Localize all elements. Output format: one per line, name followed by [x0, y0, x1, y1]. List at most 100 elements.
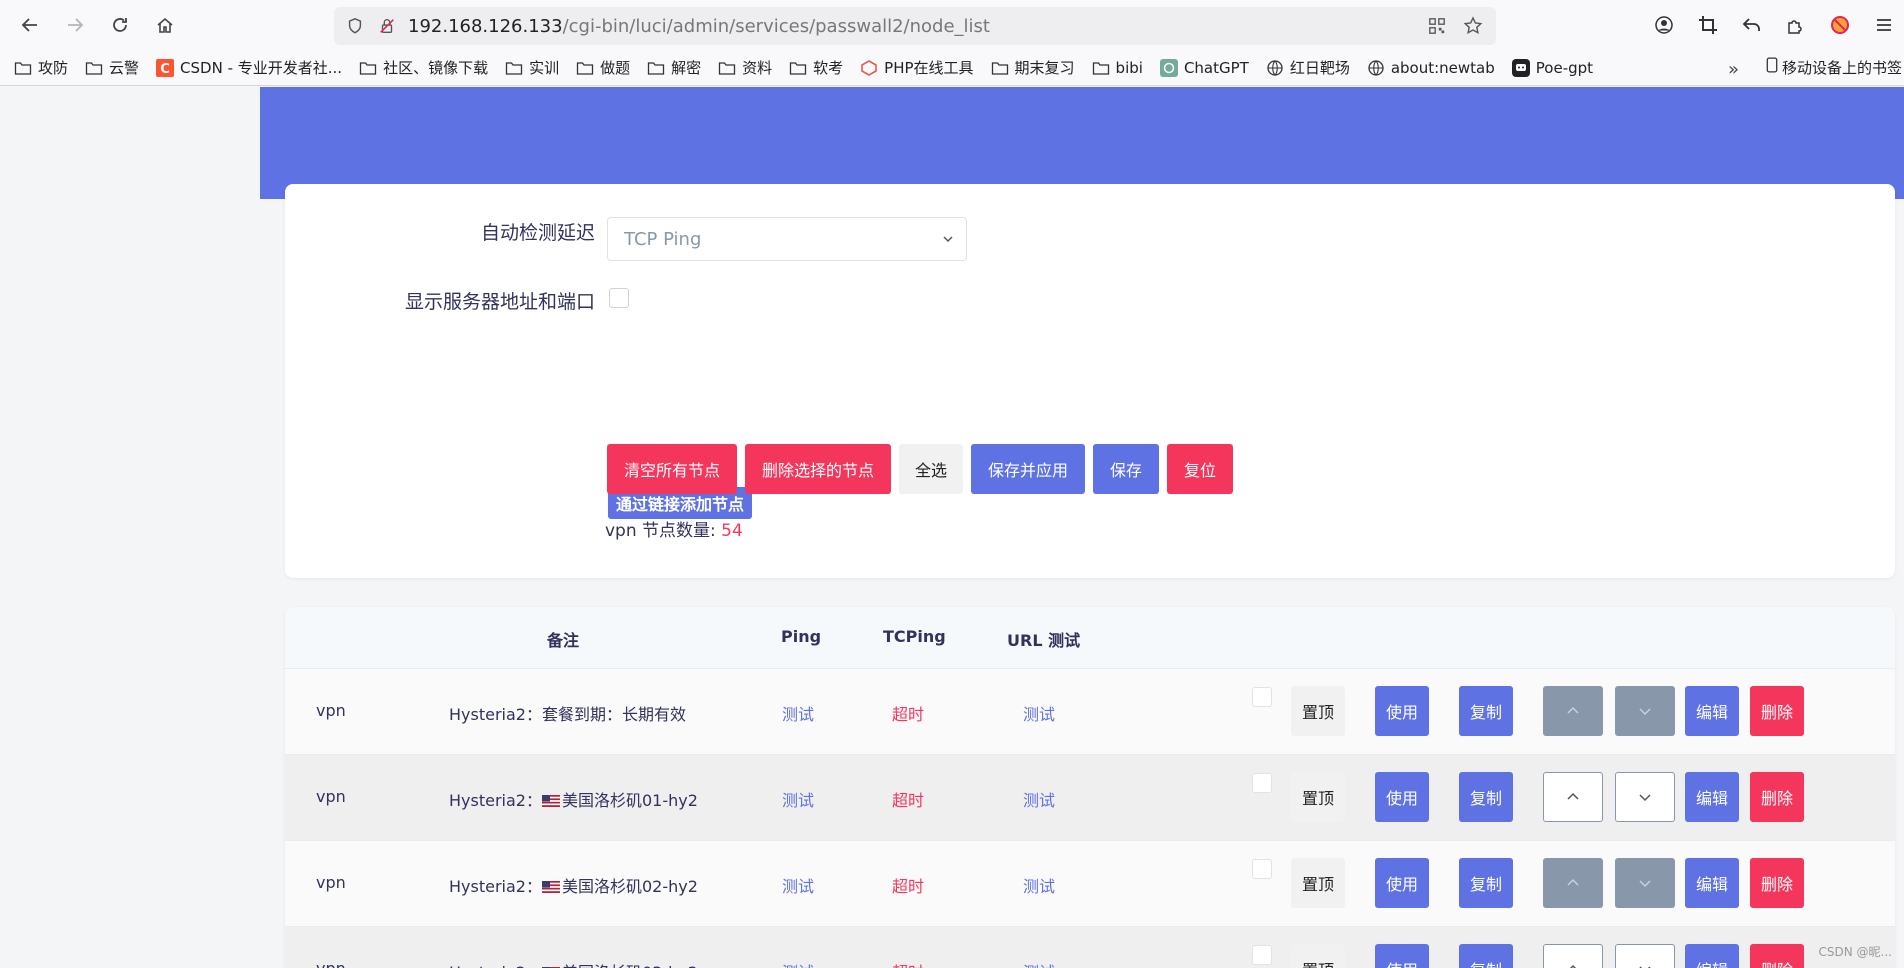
qr-code-icon[interactable]: [1426, 15, 1448, 37]
delete-button[interactable]: 删除: [1750, 686, 1804, 736]
move-up-button[interactable]: [1543, 858, 1603, 908]
bookmark-item[interactable]: C CSDN - 专业开发者社...: [156, 57, 342, 78]
move-up-button[interactable]: [1543, 686, 1603, 736]
clear-all-nodes-button[interactable]: 清空所有节点: [607, 444, 737, 494]
address-bar[interactable]: 192.168.126.133/cgi-bin/luci/admin/servi…: [334, 7, 1496, 45]
extensions-icon[interactable]: [1776, 5, 1816, 45]
url-test-link[interactable]: 测试: [1023, 787, 1055, 811]
bookmark-item[interactable]: about:newtab: [1367, 59, 1495, 77]
ping-test-link[interactable]: 测试: [782, 873, 814, 897]
table-header: 备注 Ping TCPing URL 测试: [285, 607, 1895, 669]
copy-button[interactable]: 复制: [1459, 944, 1513, 968]
back-icon[interactable]: [10, 5, 50, 45]
bookmark-item[interactable]: 软考: [789, 57, 843, 78]
folder-icon: [85, 59, 103, 77]
mobile-device-icon: [1766, 56, 1778, 78]
delete-button[interactable]: 删除: [1750, 944, 1804, 968]
ping-test-link[interactable]: 测试: [782, 701, 814, 725]
header-band: [260, 87, 1904, 199]
row-group: vpn: [316, 701, 346, 720]
bookmark-item[interactable]: ChatGPT: [1159, 58, 1249, 77]
menu-icon[interactable]: [1864, 5, 1904, 45]
edit-button[interactable]: 编辑: [1685, 944, 1739, 968]
bookmark-label: 攻防: [38, 59, 69, 77]
url-test-link[interactable]: 测试: [1023, 873, 1055, 897]
bookmarks-overflow-icon[interactable]: »: [1728, 59, 1739, 80]
edit-button[interactable]: 编辑: [1685, 686, 1739, 736]
pin-top-button[interactable]: 置顶: [1291, 858, 1345, 908]
bookmark-item[interactable]: 红日靶场: [1266, 57, 1350, 78]
bookmark-item[interactable]: PHP在线工具: [860, 57, 974, 78]
insecure-lock-icon[interactable]: [376, 15, 398, 37]
bookmark-item[interactable]: Poe-gpt: [1511, 58, 1594, 77]
account-icon[interactable]: [1644, 5, 1684, 45]
ping-test-link[interactable]: 测试: [782, 787, 814, 811]
shield-icon[interactable]: [344, 15, 366, 37]
url-test-link[interactable]: 测试: [1023, 701, 1055, 725]
home-icon[interactable]: [145, 5, 185, 45]
save-apply-button[interactable]: 保存并应用: [971, 444, 1085, 494]
row-select-checkbox[interactable]: [1252, 859, 1272, 879]
poe-icon: [1511, 58, 1530, 77]
use-button[interactable]: 使用: [1375, 858, 1429, 908]
bookmark-item[interactable]: bibi: [1092, 59, 1143, 77]
row-select-checkbox[interactable]: [1252, 687, 1272, 707]
bookmark-item[interactable]: 解密: [647, 57, 701, 78]
chevron-up-icon: [1567, 792, 1579, 800]
row-select-checkbox[interactable]: [1252, 945, 1272, 965]
move-down-button[interactable]: [1615, 944, 1675, 968]
bookmark-item[interactable]: 云警: [85, 57, 139, 78]
delete-button[interactable]: 删除: [1750, 858, 1804, 908]
move-down-button[interactable]: [1615, 858, 1675, 908]
bookmark-star-icon[interactable]: [1462, 15, 1484, 37]
crop-icon[interactable]: [1688, 5, 1728, 45]
url-test-link[interactable]: 测试: [1023, 959, 1055, 968]
bookmark-item[interactable]: 社区、镜像下载: [359, 57, 488, 78]
bookmark-label: 做题: [600, 59, 631, 77]
delete-selected-nodes-button[interactable]: 删除选择的节点: [745, 444, 891, 494]
bookmark-item[interactable]: 资料: [718, 57, 772, 78]
edit-button[interactable]: 编辑: [1685, 772, 1739, 822]
bookmark-label: PHP在线工具: [884, 59, 974, 77]
bookmark-item[interactable]: 实训: [505, 57, 559, 78]
folder-icon: [789, 59, 807, 77]
row-select-checkbox[interactable]: [1252, 773, 1272, 793]
save-button[interactable]: 保存: [1093, 444, 1159, 494]
ping-test-link[interactable]: 测试: [782, 959, 814, 968]
bookmark-label: Poe-gpt: [1535, 58, 1594, 77]
auto-detect-select[interactable]: TCP Ping: [607, 217, 967, 261]
use-button[interactable]: 使用: [1375, 944, 1429, 968]
bookmark-label: bibi: [1115, 58, 1143, 77]
bookmark-item[interactable]: 做题: [576, 57, 630, 78]
show-address-checkbox[interactable]: [609, 288, 629, 308]
chevron-down-icon: [1639, 880, 1651, 888]
forward-icon[interactable]: [55, 5, 95, 45]
use-button[interactable]: 使用: [1375, 686, 1429, 736]
delete-button[interactable]: 删除: [1750, 772, 1804, 822]
header-ping: Ping: [781, 627, 822, 646]
copy-button[interactable]: 复制: [1459, 858, 1513, 908]
reset-button[interactable]: 复位: [1167, 444, 1233, 494]
undo-icon[interactable]: [1732, 5, 1772, 45]
reload-icon[interactable]: [100, 5, 140, 45]
select-all-button[interactable]: 全选: [899, 444, 963, 494]
edit-button[interactable]: 编辑: [1685, 858, 1739, 908]
copy-button[interactable]: 复制: [1459, 686, 1513, 736]
url-path: /cgi-bin/luci/admin/services/passwall2/n…: [562, 15, 990, 37]
bookmark-item[interactable]: 期末复习: [991, 57, 1075, 78]
move-up-button[interactable]: [1543, 944, 1603, 968]
bookmark-item[interactable]: 攻防: [14, 57, 68, 78]
blocked-extension-icon[interactable]: [1820, 5, 1860, 45]
table-row: vpn Hysteria2： 美国洛杉矶03-hy2 测试 超时 测试 置顶 使用 复制 编辑删除: [285, 927, 1895, 968]
table-row: vpn Hysteria2：套餐到期：长期有效 测试 超时 测试 置顶 使用 复制 编辑 删除: [285, 669, 1895, 755]
pin-top-button[interactable]: 置顶: [1291, 944, 1345, 968]
copy-button[interactable]: 复制: [1459, 772, 1513, 822]
pin-top-button[interactable]: 置顶: [1291, 686, 1345, 736]
pin-top-button[interactable]: 置顶: [1291, 772, 1345, 822]
use-button[interactable]: 使用: [1375, 772, 1429, 822]
move-down-button[interactable]: [1615, 686, 1675, 736]
us-flag-icon: [541, 795, 560, 807]
mobile-bookmarks[interactable]: 移动设备上的书签: [1766, 56, 1902, 78]
move-up-button[interactable]: [1543, 772, 1603, 822]
move-down-button[interactable]: [1615, 772, 1675, 822]
